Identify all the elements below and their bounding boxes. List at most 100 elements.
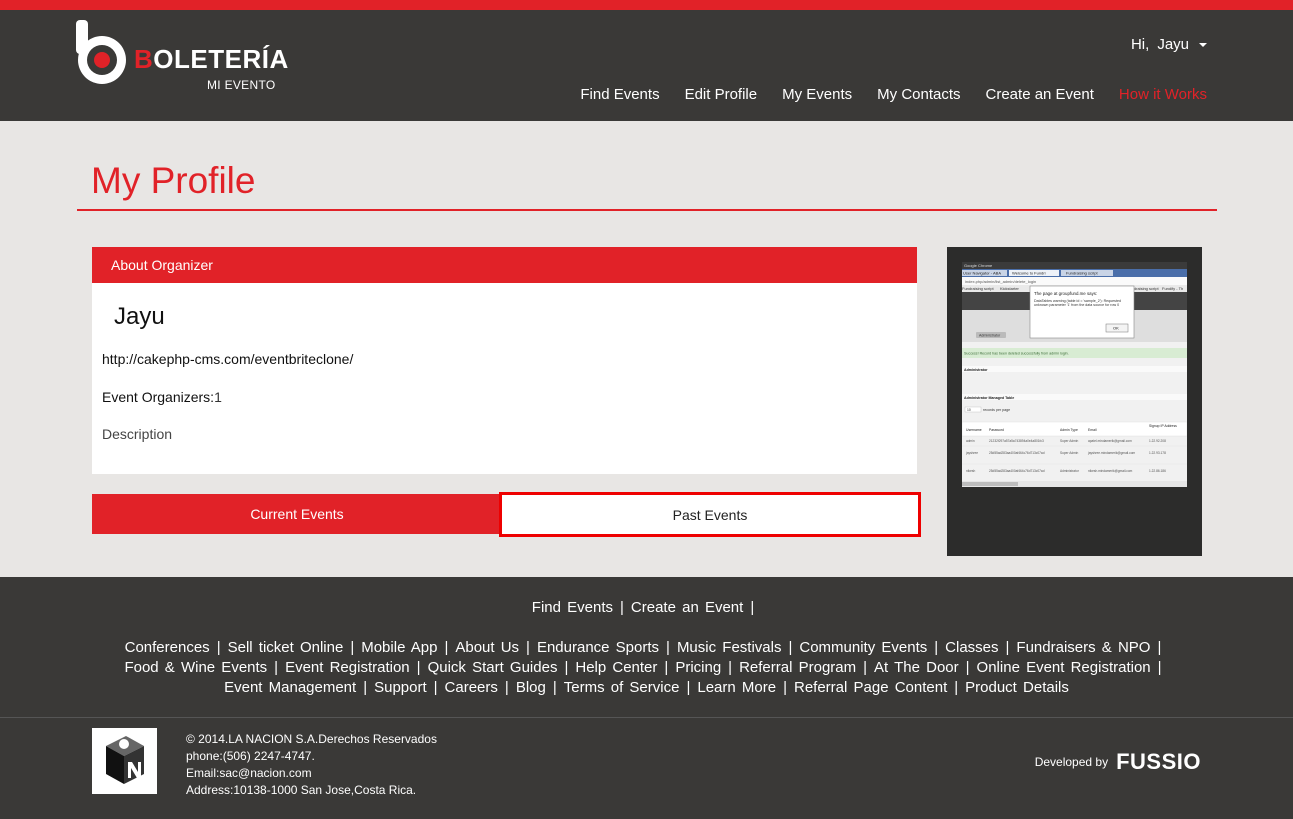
thumb-section-2: Administrator Managed Table — [964, 396, 1014, 400]
site-logo[interactable]: BOLETERÍA MI EVENTO — [76, 20, 288, 92]
thumb-cell: Administrator — [1060, 469, 1080, 473]
separator: | — [363, 679, 368, 696]
separator: | — [504, 679, 509, 696]
tab-current-events[interactable]: Current Events — [92, 494, 502, 534]
footer-link[interactable]: Conferences — [125, 639, 210, 656]
tab-past-events[interactable]: Past Events — [499, 492, 921, 537]
nav-find-events[interactable]: Find Events — [580, 86, 659, 103]
thumb-success: Success! Record has been deleted success… — [964, 352, 1069, 356]
footer-link[interactable]: Blog — [516, 679, 546, 696]
nav-edit-profile[interactable]: Edit Profile — [685, 86, 758, 103]
footer-link[interactable]: About Us — [455, 639, 519, 656]
thumb-col-email: Email — [1088, 428, 1097, 432]
fussio-logo: FUSSIO — [1116, 749, 1201, 774]
thumb-records-select: 10 — [967, 408, 971, 412]
separator: | — [433, 679, 438, 696]
thumb-section-1: Administrator — [964, 368, 988, 372]
contact-info: © 2014.LA NACION S.A.Derechos Reservados… — [186, 731, 437, 799]
footer-link[interactable]: Classes — [945, 639, 998, 656]
thumb-cell: 25d55ad283aa400af464c76d713c07ad — [989, 451, 1045, 455]
thumb-cell: 21232f297a57a5a743894a0e4a801fc3 — [989, 439, 1044, 443]
separator: | — [954, 679, 959, 696]
developer-credit[interactable]: Developed by FUSSIO — [1035, 749, 1201, 775]
thumb-cell: 1.22.93.178 — [1149, 451, 1166, 455]
thumb-cell: 25d55ad283aa400af464c76d713c07ad — [989, 469, 1045, 473]
footer-link[interactable]: Endurance Sports — [537, 639, 659, 656]
separator: | — [965, 659, 970, 676]
thumb-tab-3: Fundraising script — [1066, 271, 1098, 276]
footer-divider — [0, 717, 1293, 718]
thumb-col-password: Password — [989, 428, 1004, 432]
footer-link[interactable]: Support — [374, 679, 427, 696]
top-accent-bar — [0, 0, 1293, 10]
thumb-bookmark-4: Fundify - Th — [1162, 286, 1183, 291]
separator: | — [552, 679, 557, 696]
footer-links-row-4: Event Management | Support | Careers | Blog | Te… — [0, 679, 1293, 696]
thumb-cell: 1.22.92.208 — [1149, 439, 1166, 443]
footer-link[interactable]: Create an Event — [631, 599, 743, 616]
organizer-count-value: 1 — [214, 389, 222, 405]
separator: | — [783, 679, 787, 696]
separator: | — [444, 639, 449, 656]
site-header: BOLETERÍA MI EVENTO Hi, Jayu Find Events… — [0, 10, 1293, 121]
footer-link[interactable]: Fundraisers & NPO — [1016, 639, 1150, 656]
footer-link[interactable]: Community Events — [799, 639, 927, 656]
thumb-cell: nikesh — [966, 469, 975, 473]
footer-links-row-1: Find Events | Create an Event | — [0, 599, 1293, 616]
thumb-dialog-body: DataTables warning (table id = 'sample_2… — [1034, 299, 1121, 308]
thumb-address: index.php/admin/list_admin/delete_login — [965, 279, 1036, 284]
separator: | — [1157, 639, 1162, 656]
organizer-image: Google Chrome User Navigator - ABA Welco… — [962, 262, 1187, 487]
footer-link[interactable]: Music Festivals — [677, 639, 782, 656]
footer-link[interactable]: Pricing — [675, 659, 721, 676]
site-footer: Find Events | Create an Event | Conferences… — [0, 577, 1293, 819]
footer-link[interactable]: Terms of Service — [564, 679, 680, 696]
thumb-col-username: Username — [966, 428, 982, 432]
thumb-col-admin-type: Admin Type — [1060, 428, 1078, 432]
footer-link[interactable]: Find Events — [532, 599, 613, 616]
organizer-description: Description — [102, 426, 173, 442]
phone-text: phone:(506) 2247-4747. — [186, 749, 315, 763]
footer-link[interactable]: Online Event Registration — [977, 659, 1151, 676]
footer-link[interactable]: Event Management — [224, 679, 356, 696]
boleteria-logo-icon — [76, 20, 126, 84]
nav-how-it-works[interactable]: How it Works — [1119, 86, 1207, 103]
footer-link[interactable]: Learn More — [697, 679, 776, 696]
main-nav: Find Events Edit Profile My Events My Co… — [555, 86, 1207, 103]
footer-links-row-3: Food & Wine Events | Event Registration | Qu… — [0, 659, 1293, 676]
thumb-col-signup-ip: Signup IP Address — [1149, 424, 1177, 428]
brand-name: BOLETERÍA — [134, 44, 289, 74]
footer-link[interactable]: Food & Wine Events — [124, 659, 267, 676]
footer-link[interactable]: Referral Program — [739, 659, 856, 676]
thumb-bookmark-2: Kickstarter — [1000, 286, 1020, 291]
thumb-cell: Super Admin — [1060, 451, 1078, 455]
nav-create-event[interactable]: Create an Event — [986, 86, 1094, 103]
footer-link[interactable]: Careers — [445, 679, 498, 696]
organizer-panel-title: About Organizer — [92, 247, 917, 283]
thumb-cell: nikesh.mindamerik@gmail.com — [1088, 469, 1133, 473]
developed-by-label: Developed by — [1034, 755, 1109, 769]
footer-link[interactable]: Referral Page Content — [794, 679, 947, 696]
address-text: Address:10138-1000 San Jose,Costa Rica. — [186, 783, 417, 797]
footer-link[interactable]: At The Door — [874, 659, 959, 676]
thumb-cell: jayshree — [965, 451, 978, 455]
thumb-records-label: records per page — [983, 408, 1010, 412]
organizer-url[interactable]: http://cakephp-cms.com/eventbriteclone/ — [102, 351, 353, 367]
footer-link[interactable]: Mobile App — [361, 639, 437, 656]
footer-link[interactable]: Quick Start Guides — [428, 659, 558, 676]
footer-link[interactable]: Sell ticket Online — [228, 639, 344, 656]
user-menu[interactable]: Hi, Jayu — [1131, 36, 1207, 53]
separator: | — [620, 599, 624, 616]
nav-my-events[interactable]: My Events — [782, 86, 852, 103]
page-title: My Profile — [91, 160, 256, 201]
separator: | — [416, 659, 421, 676]
footer-link[interactable]: Product Details — [965, 679, 1069, 696]
nav-my-contacts[interactable]: My Contacts — [877, 86, 960, 103]
separator: | — [666, 639, 670, 656]
separator: | — [564, 659, 569, 676]
separator: | — [934, 639, 939, 656]
footer-link[interactable]: Help Center — [575, 659, 657, 676]
separator: | — [686, 679, 691, 696]
footer-link[interactable]: Event Registration — [285, 659, 410, 676]
organizer-count-label: Event Organizers: — [102, 389, 215, 405]
